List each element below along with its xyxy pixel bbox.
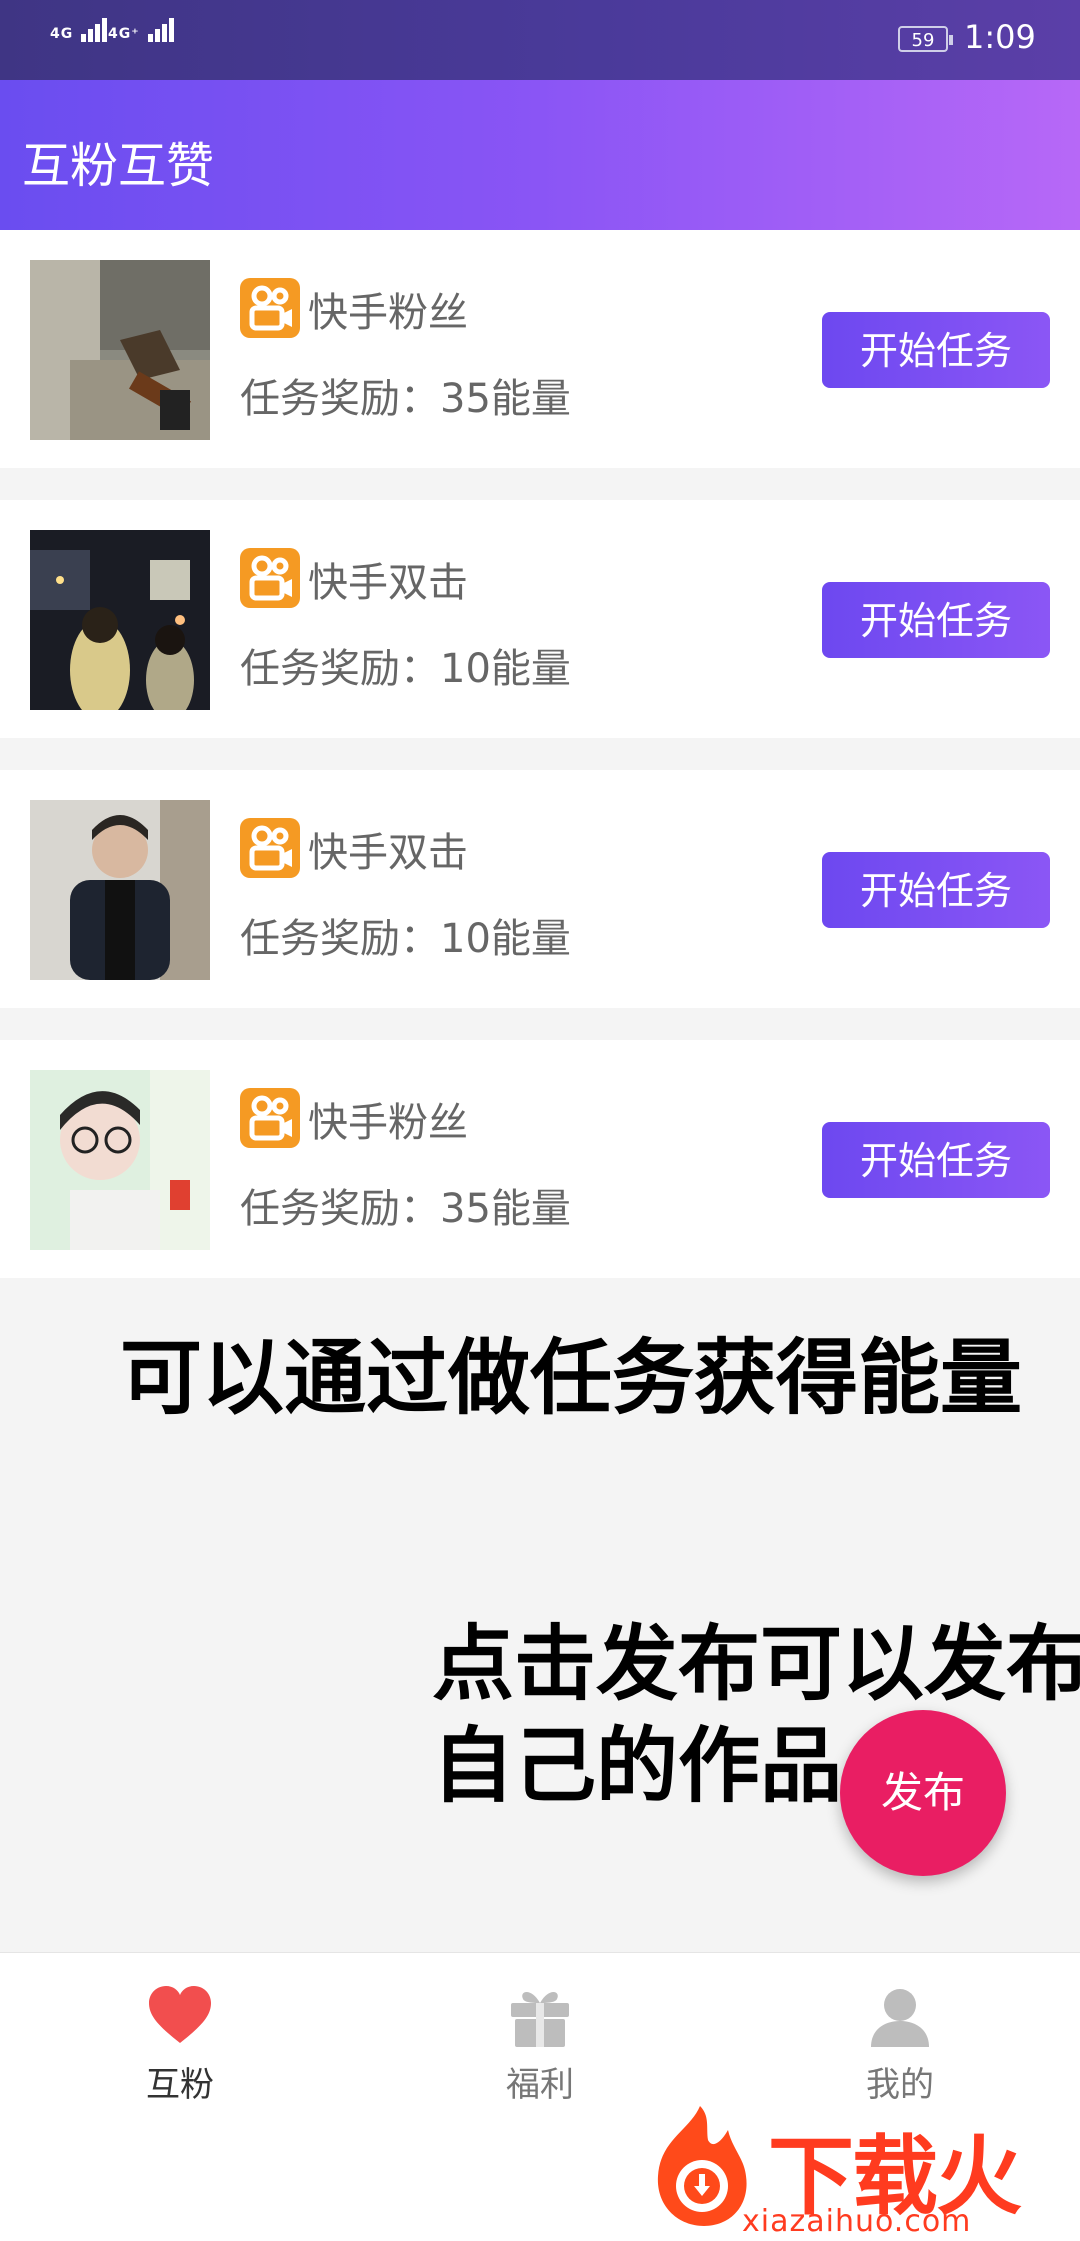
watermark-url: xiazaihuo.com [742,2204,972,2239]
publish-fab-button[interactable]: 发布 [840,1710,1006,1876]
annotation-publish-hint-1: 点击发布可以发布 [432,1617,1080,1712]
gift-icon [507,1983,573,2049]
task-card[interactable]: 快手双击 任务奖励：10能量 开始任务 [0,500,1080,738]
reward-value: 35能量 [440,1186,571,1232]
reward-value: 10能量 [440,646,571,692]
reward-label: 任务奖励： [240,646,440,692]
signal-indicator-2: 4G⁺ [108,18,176,42]
reward-label: 任务奖励： [240,376,440,422]
kuaishou-logo-icon [240,548,300,608]
start-task-button[interactable]: 开始任务 [822,1122,1050,1198]
annotation-energy-hint: 可以通过做任务获得能量 [120,1331,1023,1426]
start-task-button[interactable]: 开始任务 [822,312,1050,388]
reward-value: 10能量 [440,916,571,962]
watermark: 下载火 xiazaihuo.com [640,2100,1080,2240]
kuaishou-logo-icon [240,1088,300,1148]
task-thumbnail [30,260,210,440]
task-card[interactable]: 快手粉丝 任务奖励：35能量 开始任务 [0,1040,1080,1278]
reward-value: 35能量 [440,376,571,422]
task-thumbnail [30,530,210,710]
signal-bars-icon [147,18,176,42]
heart-icon [147,1983,213,2049]
network-type-label: 4G⁺ [108,26,140,42]
nav-item-mutual-follow[interactable]: 互粉 [0,1953,360,2113]
status-bar: 4G 4G⁺ 59 1:09 [0,0,1080,80]
app-bar: 互粉互赞 [0,80,1080,230]
task-platform-label: 快手粉丝 [308,1100,468,1146]
signal-bars-icon [81,18,109,42]
nav-label: 我的 [866,2065,934,2105]
reward-label: 任务奖励： [240,1186,440,1232]
network-type-label: 4G [50,26,74,42]
task-reward: 任务奖励：35能量 [240,1176,571,1234]
task-card[interactable]: 快手粉丝 任务奖励：35能量 开始任务 [0,230,1080,468]
nav-label: 互粉 [146,2065,214,2105]
task-thumbnail [30,800,210,980]
nav-item-welfare[interactable]: 福利 [360,1953,720,2113]
nav-item-profile[interactable]: 我的 [720,1953,1080,2113]
battery-icon: 59 [898,26,953,52]
user-icon [867,1983,933,2049]
start-task-button[interactable]: 开始任务 [822,582,1050,658]
task-platform-label: 快手粉丝 [308,290,468,336]
task-reward: 任务奖励：35能量 [240,366,571,424]
reward-label: 任务奖励： [240,916,440,962]
kuaishou-logo-icon [240,278,300,338]
task-platform-label: 快手双击 [308,830,468,876]
task-reward: 任务奖励：10能量 [240,906,571,964]
nav-label: 福利 [506,2065,574,2105]
kuaishou-logo-icon [240,818,300,878]
task-card[interactable]: 快手双击 任务奖励：10能量 开始任务 [0,770,1080,1008]
task-thumbnail [30,1070,210,1250]
page-title: 互粉互赞 [22,138,215,194]
signal-indicator-1: 4G [50,18,109,42]
task-reward: 任务奖励：10能量 [240,636,571,694]
status-time: 1:09 [964,18,1036,56]
start-task-button[interactable]: 开始任务 [822,852,1050,928]
annotation-publish-hint-2: 自己的作品 [432,1719,843,1814]
task-platform-label: 快手双击 [308,560,468,606]
